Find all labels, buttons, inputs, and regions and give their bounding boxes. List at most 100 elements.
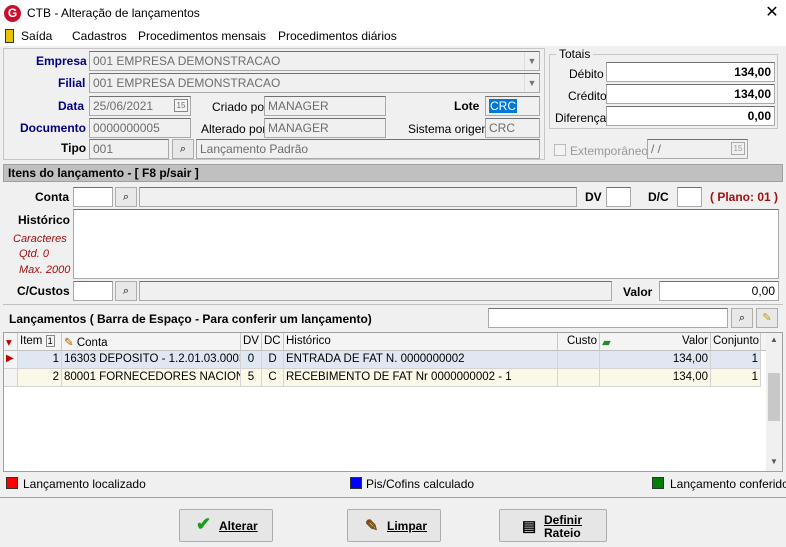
documento-field[interactable]: 0000000005 bbox=[89, 118, 191, 138]
menu-saida[interactable]: Saída bbox=[21, 29, 52, 43]
menu-procedimentos-diarios[interactable]: Procedimentos diários bbox=[278, 29, 397, 43]
lancamentos-title: Lançamentos ( Barra de Espaço - Para con… bbox=[9, 312, 372, 326]
conta-input[interactable] bbox=[73, 187, 113, 207]
broom-icon: ✎ bbox=[365, 518, 379, 535]
sistema-origem-field[interactable]: CRC bbox=[485, 118, 540, 138]
binoculars-icon[interactable]: ⌕ bbox=[172, 139, 194, 159]
lote-label: Lote bbox=[454, 99, 480, 113]
diferenca-value: 0,00 bbox=[606, 106, 775, 126]
criado-field[interactable]: MANAGER bbox=[264, 96, 386, 116]
empresa-label: Empresa bbox=[36, 54, 87, 68]
legend-red-swatch bbox=[6, 477, 18, 489]
calendar-icon[interactable]: 15 bbox=[731, 142, 745, 155]
table-row[interactable]: 2 80001 FORNECEDORES NACION... 5 C RECEB… bbox=[4, 369, 761, 387]
close-icon[interactable]: ✕ bbox=[762, 2, 782, 24]
cell-conjunto: 1 bbox=[711, 369, 761, 387]
chevron-down-icon[interactable]: ▼ bbox=[524, 74, 539, 92]
cell-valor: 134,00 bbox=[600, 351, 711, 369]
col-dc[interactable]: DC bbox=[262, 333, 284, 351]
chevron-down-icon[interactable]: ▼ bbox=[524, 52, 539, 70]
row-indicator bbox=[4, 369, 18, 387]
row-pointer-icon: ▶ bbox=[4, 351, 18, 369]
col-historico[interactable]: Histórico bbox=[284, 333, 558, 351]
documento-label: Documento bbox=[20, 121, 86, 135]
conta-label: Conta bbox=[35, 190, 69, 204]
menu-bar: Saída Cadastros Procedimentos mensais Pr… bbox=[0, 27, 786, 46]
data-value: 25/06/2021 bbox=[93, 99, 154, 113]
col-dv[interactable]: DV bbox=[241, 333, 262, 351]
cell-item: 1 bbox=[18, 351, 62, 369]
limpar-label: Limpar bbox=[387, 519, 428, 533]
divider bbox=[0, 497, 786, 498]
legend-localizado: Lançamento localizado bbox=[23, 477, 146, 491]
valor-input[interactable]: 0,00 bbox=[659, 281, 779, 301]
pencil-icon: ✎ bbox=[64, 337, 74, 349]
col-conta[interactable]: ✎ Conta bbox=[62, 333, 241, 351]
dv-label: DV bbox=[585, 190, 602, 204]
grid-header: ▾ Item 1 ✎ Conta DV DC Histórico Custo ▰… bbox=[4, 333, 782, 351]
scrollbar-thumb[interactable] bbox=[768, 373, 780, 421]
binoculars-icon[interactable]: ⌕ bbox=[115, 281, 137, 301]
calendar-icon[interactable]: 15 bbox=[174, 99, 188, 112]
lancamentos-search-input[interactable] bbox=[488, 308, 728, 328]
exit-door-icon[interactable] bbox=[5, 29, 14, 43]
cell-historico: ENTRADA DE FAT N. 0000000002 bbox=[284, 351, 558, 369]
alterar-button[interactable]: ✔ Alterar bbox=[179, 509, 273, 542]
col-item[interactable]: Item 1 bbox=[18, 333, 62, 351]
criado-label: Criado por bbox=[212, 100, 269, 114]
limpar-button[interactable]: ✎ Limpar bbox=[347, 509, 441, 542]
cell-conta: 16303 DEPOSITO - 1.2.01.03.0003 bbox=[62, 351, 241, 369]
col-conjunto[interactable]: Conjunto bbox=[711, 333, 761, 351]
scroll-up-icon[interactable]: ▲ bbox=[766, 335, 782, 347]
app-logo-icon: G bbox=[4, 5, 21, 22]
extemporaneo-checkbox[interactable] bbox=[554, 144, 566, 156]
conta-description bbox=[139, 187, 577, 207]
grid-indicator-header: ▾ bbox=[4, 333, 18, 351]
itens-section-title: Itens do lançamento - [ F8 p/sair ] bbox=[3, 164, 783, 182]
lancamentos-grid: ▾ Item 1 ✎ Conta DV DC Histórico Custo ▰… bbox=[3, 332, 783, 472]
ccustos-input[interactable] bbox=[73, 281, 113, 301]
dv-input[interactable] bbox=[606, 187, 631, 207]
legend-conferido: Lançamento conferido bbox=[670, 477, 786, 491]
legend-blue-swatch bbox=[350, 477, 362, 489]
cell-conjunto: 1 bbox=[711, 351, 761, 369]
cell-item: 2 bbox=[18, 369, 62, 387]
data-field[interactable]: 25/06/2021 15 bbox=[89, 96, 191, 116]
scroll-down-icon[interactable]: ▼ bbox=[766, 457, 782, 469]
diferenca-label: Diferença bbox=[555, 111, 607, 125]
lote-value: CRC bbox=[489, 99, 517, 113]
dc-input[interactable] bbox=[677, 187, 702, 207]
menu-procedimentos-mensais[interactable]: Procedimentos mensais bbox=[138, 29, 266, 43]
col-valor[interactable]: ▰ Valor bbox=[600, 333, 711, 351]
divider bbox=[3, 304, 783, 305]
alterar-label: Alterar bbox=[219, 519, 258, 533]
vertical-scrollbar[interactable]: ▲ ▼ bbox=[766, 333, 782, 471]
money-icon: ▰ bbox=[602, 337, 611, 349]
cell-dc: D bbox=[262, 351, 284, 369]
col-valor-label: Valor bbox=[682, 335, 708, 347]
extemporaneo-date-value: / / bbox=[651, 142, 662, 156]
empresa-combo[interactable]: 001 EMPRESA DEMONSTRACAO ▼ bbox=[89, 51, 540, 71]
filial-value: 001 EMPRESA DEMONSTRACAO bbox=[93, 76, 281, 90]
definir-rateio-button[interactable]: ▤ Definir Rateio bbox=[499, 509, 607, 542]
tipo-field[interactable]: 001 bbox=[89, 139, 169, 159]
col-custo[interactable]: Custo bbox=[558, 333, 600, 351]
binoculars-icon[interactable]: ⌕ bbox=[115, 187, 137, 207]
search-confirm-icon[interactable]: ⌕ bbox=[731, 308, 753, 328]
tipo-label: Tipo bbox=[61, 141, 87, 155]
sort-icon: 1 bbox=[45, 335, 55, 347]
definir-label: Definir bbox=[544, 513, 583, 527]
extemporaneo-label: Extemporâneo bbox=[570, 144, 649, 158]
historico-textarea[interactable] bbox=[73, 209, 779, 279]
extemporaneo-date[interactable]: / / 15 bbox=[647, 139, 748, 159]
legend-green-swatch bbox=[652, 477, 664, 489]
book-icon: ▤ bbox=[522, 518, 537, 535]
cell-conta: 80001 FORNECEDORES NACION... bbox=[62, 369, 241, 387]
table-row[interactable]: ▶ 1 16303 DEPOSITO - 1.2.01.03.0003 0 D … bbox=[4, 351, 761, 369]
alterado-field[interactable]: MANAGER bbox=[264, 118, 386, 138]
clear-brush-icon[interactable]: ✎ bbox=[756, 308, 778, 328]
menu-cadastros[interactable]: Cadastros bbox=[72, 29, 127, 43]
filial-combo[interactable]: 001 EMPRESA DEMONSTRACAO ▼ bbox=[89, 73, 540, 93]
lote-field[interactable]: CRC bbox=[485, 96, 540, 116]
empresa-value: 001 EMPRESA DEMONSTRACAO bbox=[93, 54, 281, 68]
